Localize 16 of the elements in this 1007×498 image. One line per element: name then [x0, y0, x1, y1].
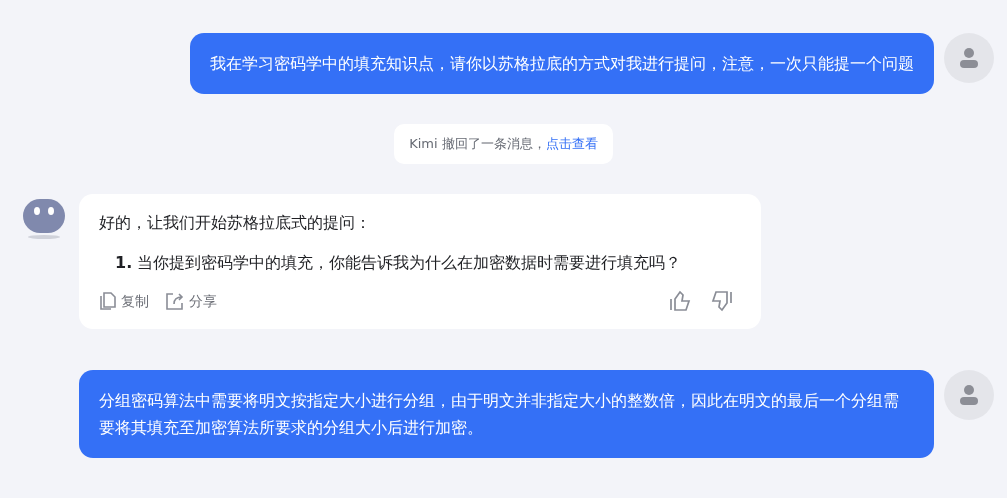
- message-bubble: 分组密码算法中需要将明文按指定大小进行分组，由于明文并非指定大小的整数倍，因此在明文的最后一个分组需要将其填充至加密算法所要求的分组大小后进行加密。: [79, 370, 934, 458]
- share-button[interactable]: 分享: [165, 288, 217, 314]
- person-icon: [958, 384, 980, 406]
- bot-avatar: [22, 197, 66, 241]
- list-number: 1.: [115, 252, 133, 274]
- person-icon: [958, 47, 980, 69]
- thumbs-up-icon[interactable]: [669, 290, 691, 312]
- thumbs-down-icon[interactable]: [711, 290, 733, 312]
- reply-text: 好的，让我们开始苏格拉底式的提问：: [99, 212, 372, 234]
- message-bubble: 我在学习密码学中的填充知识点，请你以苏格拉底的方式对我进行提问，注意，一次只能提一个问题: [190, 33, 934, 94]
- copy-icon: [99, 291, 117, 311]
- share-icon: [165, 291, 185, 311]
- notice-text: Kimi 撤回了一条消息，: [409, 135, 546, 153]
- view-link[interactable]: 点击查看: [545, 134, 598, 154]
- question-text: 当你提到密码学中的填充，你能告诉我为什么在加密数据时需要进行填充吗？: [137, 252, 682, 274]
- copy-button[interactable]: 复制: [99, 288, 149, 314]
